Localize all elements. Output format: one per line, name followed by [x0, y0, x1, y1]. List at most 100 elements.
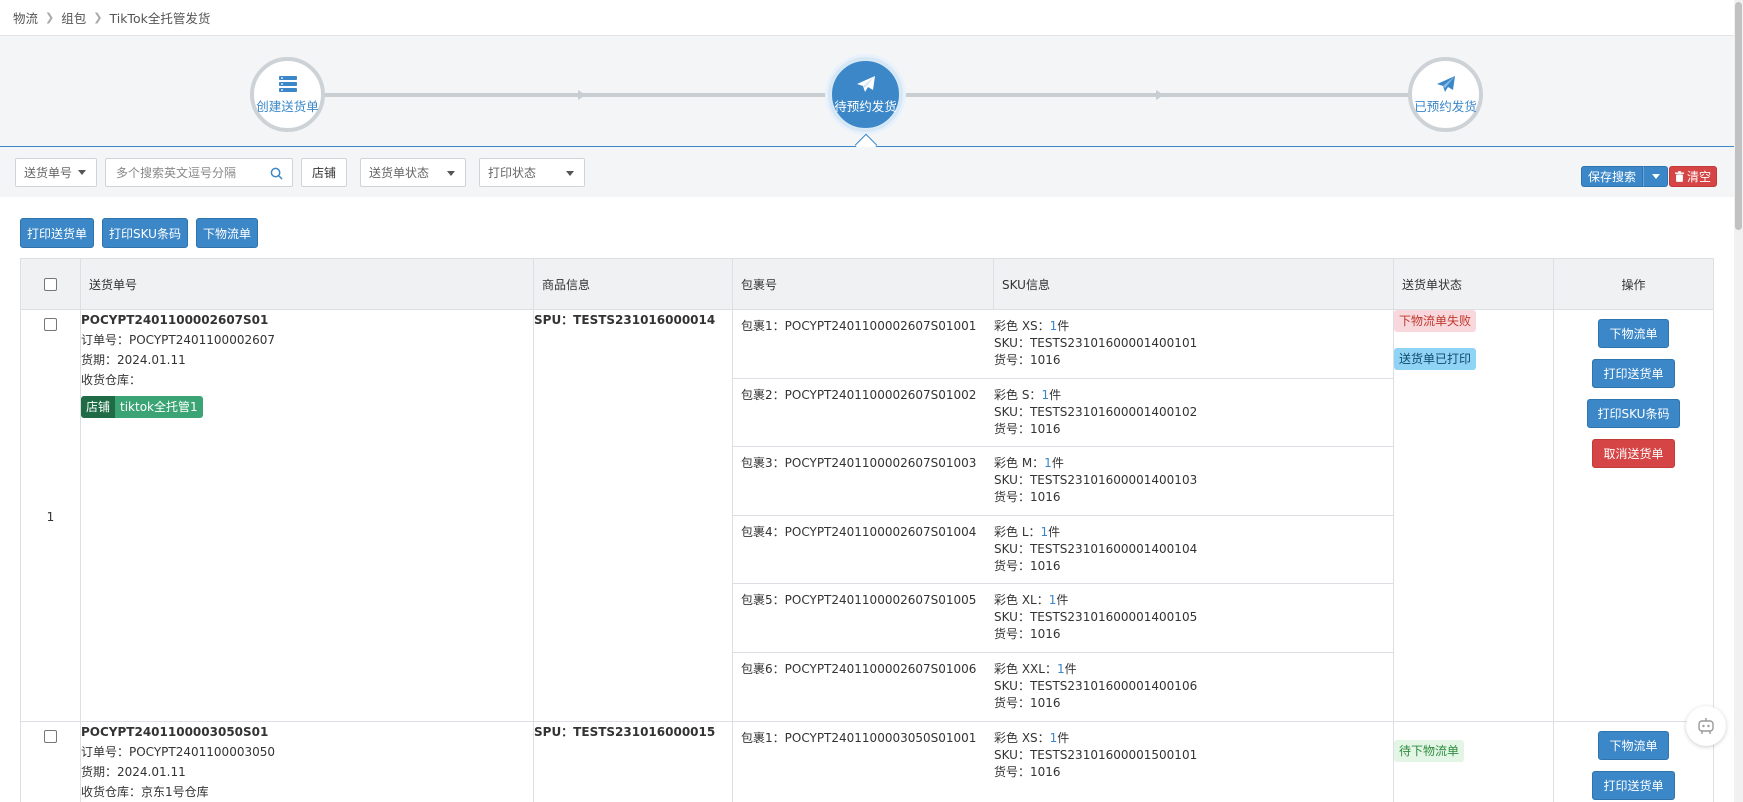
step-create-shipment[interactable]: 创建送货单 [250, 57, 325, 132]
sku-qty: 1 [1044, 456, 1052, 470]
package-number: 包裹3：POCYPT2401100002607S01003 [741, 456, 977, 470]
package-row: 包裹1：POCYPT2401100003050S01001 彩色 XS：1件 S… [733, 722, 1393, 791]
create-logistics-order-button[interactable]: 下物流单 [1598, 319, 1669, 348]
search-box [105, 158, 293, 187]
step-pending-booking[interactable]: 待预约发货 [828, 57, 903, 132]
sku-spec: 彩色 S： [994, 387, 1042, 402]
item-number: 货号：1016 [994, 558, 1061, 573]
sku-qty: 1 [1056, 661, 1065, 676]
sku-unit: 件 [1048, 524, 1061, 539]
progress-steps: 创建送货单 待预约发货 已预约发货 [0, 36, 1743, 157]
save-search-group: 保存搜索 [1581, 166, 1669, 187]
sku-unit: 件 [1056, 593, 1069, 607]
create-logistics-order-button[interactable]: 下物流单 [1598, 731, 1669, 760]
print-sku-barcode-button[interactable]: 打印SKU条码 [1586, 399, 1681, 428]
caret-down-icon [447, 171, 455, 176]
sku-unit: 件 [1051, 456, 1064, 470]
item-number: 货号：1016 [994, 627, 1061, 641]
select-all-checkbox[interactable] [44, 278, 57, 291]
row-index: 1 [46, 510, 55, 524]
delivery-date: 货期：2024.01.11 [81, 353, 186, 367]
table-header-row: 送货单号 商品信息 包裹号 SKU信息 送货单状态 操作 [20, 258, 1714, 310]
print-shipment-button[interactable]: 打印送货单 [1592, 771, 1675, 800]
breadcrumb-item-package[interactable]: 组包 [61, 8, 86, 27]
sku-qty: 1 [1040, 524, 1049, 539]
shipment-info-cell: POCYPT2401100002607S01 订单号：POCYPT2401100… [80, 309, 534, 722]
package-number: 包裹5：POCYPT2401100002607S01005 [741, 593, 977, 607]
product-info-cell: SPU：TESTS231016000014 [533, 309, 733, 722]
shipment-number[interactable]: POCYPT2401100002607S01 [81, 310, 533, 330]
package-list: 包裹1：POCYPT2401100002607S01001 彩色 XS：1件 S… [733, 310, 1393, 721]
caret-down-icon [566, 171, 574, 176]
spu-code: SPU：TESTS231016000014 [534, 313, 716, 327]
cancel-shipment-button[interactable]: 取消送货单 [1592, 439, 1675, 468]
status-cell: 下物流单失败 送货单已打印 [1393, 309, 1554, 722]
print-sku-barcode-button[interactable]: 打印SKU条码 [102, 218, 188, 248]
row-checkbox[interactable] [44, 730, 57, 743]
paper-plane-icon [1436, 75, 1455, 92]
row-checkbox[interactable] [44, 318, 57, 331]
save-search-button[interactable]: 保存搜索 [1581, 166, 1644, 187]
package-row: 包裹3：POCYPT2401100002607S01003 彩色 M：1件 SK… [733, 447, 1393, 516]
sku-info: 彩色 L：1件 SKU：TESTS23101600001400104 货号：10… [994, 524, 1197, 576]
operations-cell: 下物流单 打印送货单 打印SKU条码 取消送货单 [1553, 309, 1714, 722]
shipment-status-select[interactable]: 送货单状态 [360, 158, 466, 187]
sku-info: 彩色 XS：1件 SKU：TESTS23101600001400101 货号：1… [994, 318, 1197, 370]
sku-spec: 彩色 XXL： [994, 661, 1057, 676]
row-select-cell [20, 721, 81, 802]
sku-info: 彩色 XS：1件 SKU：TESTS23101600001500101 货号：1… [994, 730, 1197, 783]
sku-code: SKU：TESTS23101600001500101 [994, 748, 1198, 762]
search-field-select[interactable]: 送货单号 [15, 158, 97, 187]
filter-bar: 送货单号 店铺 送货单状态 打印状态 保存搜索 [0, 147, 1743, 197]
package-number: 包裹1：POCYPT2401100002607S01001 [741, 319, 977, 333]
paper-plane-icon [856, 75, 875, 92]
item-number: 货号：1016 [994, 490, 1061, 504]
print-status-label: 打印状态 [488, 166, 537, 180]
header-select-all [20, 258, 81, 310]
caret-down-icon [1651, 174, 1660, 179]
breadcrumb: 物流 ❯ 组包 ❯ TikTok全托管发货 [0, 0, 1743, 36]
breadcrumb-item-current: TikTok全托管发货 [109, 11, 211, 26]
save-search-dropdown[interactable] [1643, 166, 1669, 187]
search-icon[interactable] [270, 167, 283, 180]
clear-button[interactable]: 清空 [1669, 166, 1718, 187]
step-label: 已预约发货 [1414, 98, 1477, 114]
sku-info: 彩色 XXL：1件 SKU：TESTS23101600001400106 货号：… [994, 661, 1197, 714]
scrollbar-thumb[interactable] [1735, 2, 1742, 230]
order-number: 订单号：POCYPT2401100003050 [81, 745, 275, 759]
print-shipment-button[interactable]: 打印送货单 [1592, 359, 1675, 388]
row-select-cell: 1 [20, 309, 81, 722]
step-label: 待预约发货 [834, 98, 897, 114]
header-sku-info: SKU信息 [993, 258, 1394, 310]
vertical-scrollbar[interactable] [1734, 0, 1743, 802]
sku-unit: 件 [1049, 387, 1062, 402]
print-shipment-button[interactable]: 打印送货单 [20, 218, 95, 248]
breadcrumb-item-logistics[interactable]: 物流 [13, 8, 38, 27]
shipment-status-label: 送货单状态 [369, 166, 430, 180]
sku-unit: 件 [1064, 661, 1077, 676]
chevron-right-icon: ❯ [93, 11, 103, 24]
page: 物流 ❯ 组包 ❯ TikTok全托管发货 创建送货单 待预约发货 已预约发货 … [0, 0, 1743, 802]
sku-info: 彩色 M：1件 SKU：TESTS23101600001400103 货号：10… [994, 455, 1197, 507]
arrow-right-icon [1156, 90, 1164, 100]
create-logistics-order-button[interactable]: 下物流单 [195, 218, 258, 248]
status-badge: 下物流单失败 [1394, 310, 1477, 332]
shipment-table: 送货单号 商品信息 包裹号 SKU信息 送货单状态 操作 1 POCYPT240… [20, 258, 1714, 802]
print-status-select[interactable]: 打印状态 [479, 158, 585, 187]
table-row: 1 POCYPT2401100002607S01 订单号：POCYPT24011… [20, 309, 1714, 722]
item-number: 货号：1016 [994, 765, 1061, 779]
shop-filter-button[interactable]: 店铺 [301, 158, 347, 187]
header-package-no: 包裹号 [732, 258, 994, 310]
step-booked[interactable]: 已预约发货 [1408, 57, 1483, 132]
shop-tag-label: 店铺 [81, 396, 116, 418]
search-input[interactable] [116, 165, 266, 180]
table-row: POCYPT2401100003050S01 订单号：POCYPT2401100… [20, 721, 1714, 802]
customer-service-button[interactable] [1686, 706, 1726, 746]
trash-icon [1675, 171, 1684, 182]
sku-spec: 彩色 XL： [994, 593, 1049, 607]
shipment-number[interactable]: POCYPT2401100003050S01 [81, 722, 533, 742]
status-badge: 待下物流单 [1394, 740, 1465, 762]
item-number: 货号：1016 [994, 695, 1061, 710]
shop-tag: 店铺 tiktok全托管1 [81, 396, 203, 418]
clear-label: 清空 [1687, 170, 1712, 184]
